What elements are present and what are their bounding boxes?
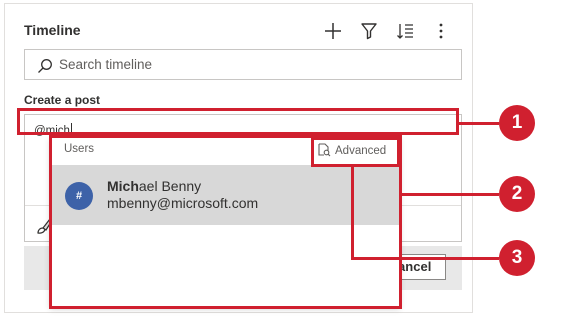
callout-box-1 xyxy=(17,108,459,135)
callout-badge-2: 2 xyxy=(499,176,535,212)
search-timeline-input[interactable]: Search timeline xyxy=(24,49,462,80)
callout-line-3a xyxy=(351,167,354,260)
callout-line-2 xyxy=(402,193,499,196)
callout-box-3 xyxy=(311,137,400,167)
create-post-caption: Create a post xyxy=(24,93,101,107)
callout-badge-3: 3 xyxy=(499,240,535,276)
callout-line-1 xyxy=(459,122,499,125)
timeline-title: Timeline xyxy=(24,22,81,38)
sort-list-icon[interactable] xyxy=(394,20,416,42)
search-placeholder: Search timeline xyxy=(59,57,153,72)
callout-line-3b xyxy=(351,257,499,260)
filter-icon[interactable] xyxy=(358,20,380,42)
plus-icon[interactable] xyxy=(322,20,344,42)
callout-badge-1: 1 xyxy=(499,105,535,141)
more-vertical-icon[interactable] xyxy=(430,20,452,42)
search-icon xyxy=(37,58,53,79)
